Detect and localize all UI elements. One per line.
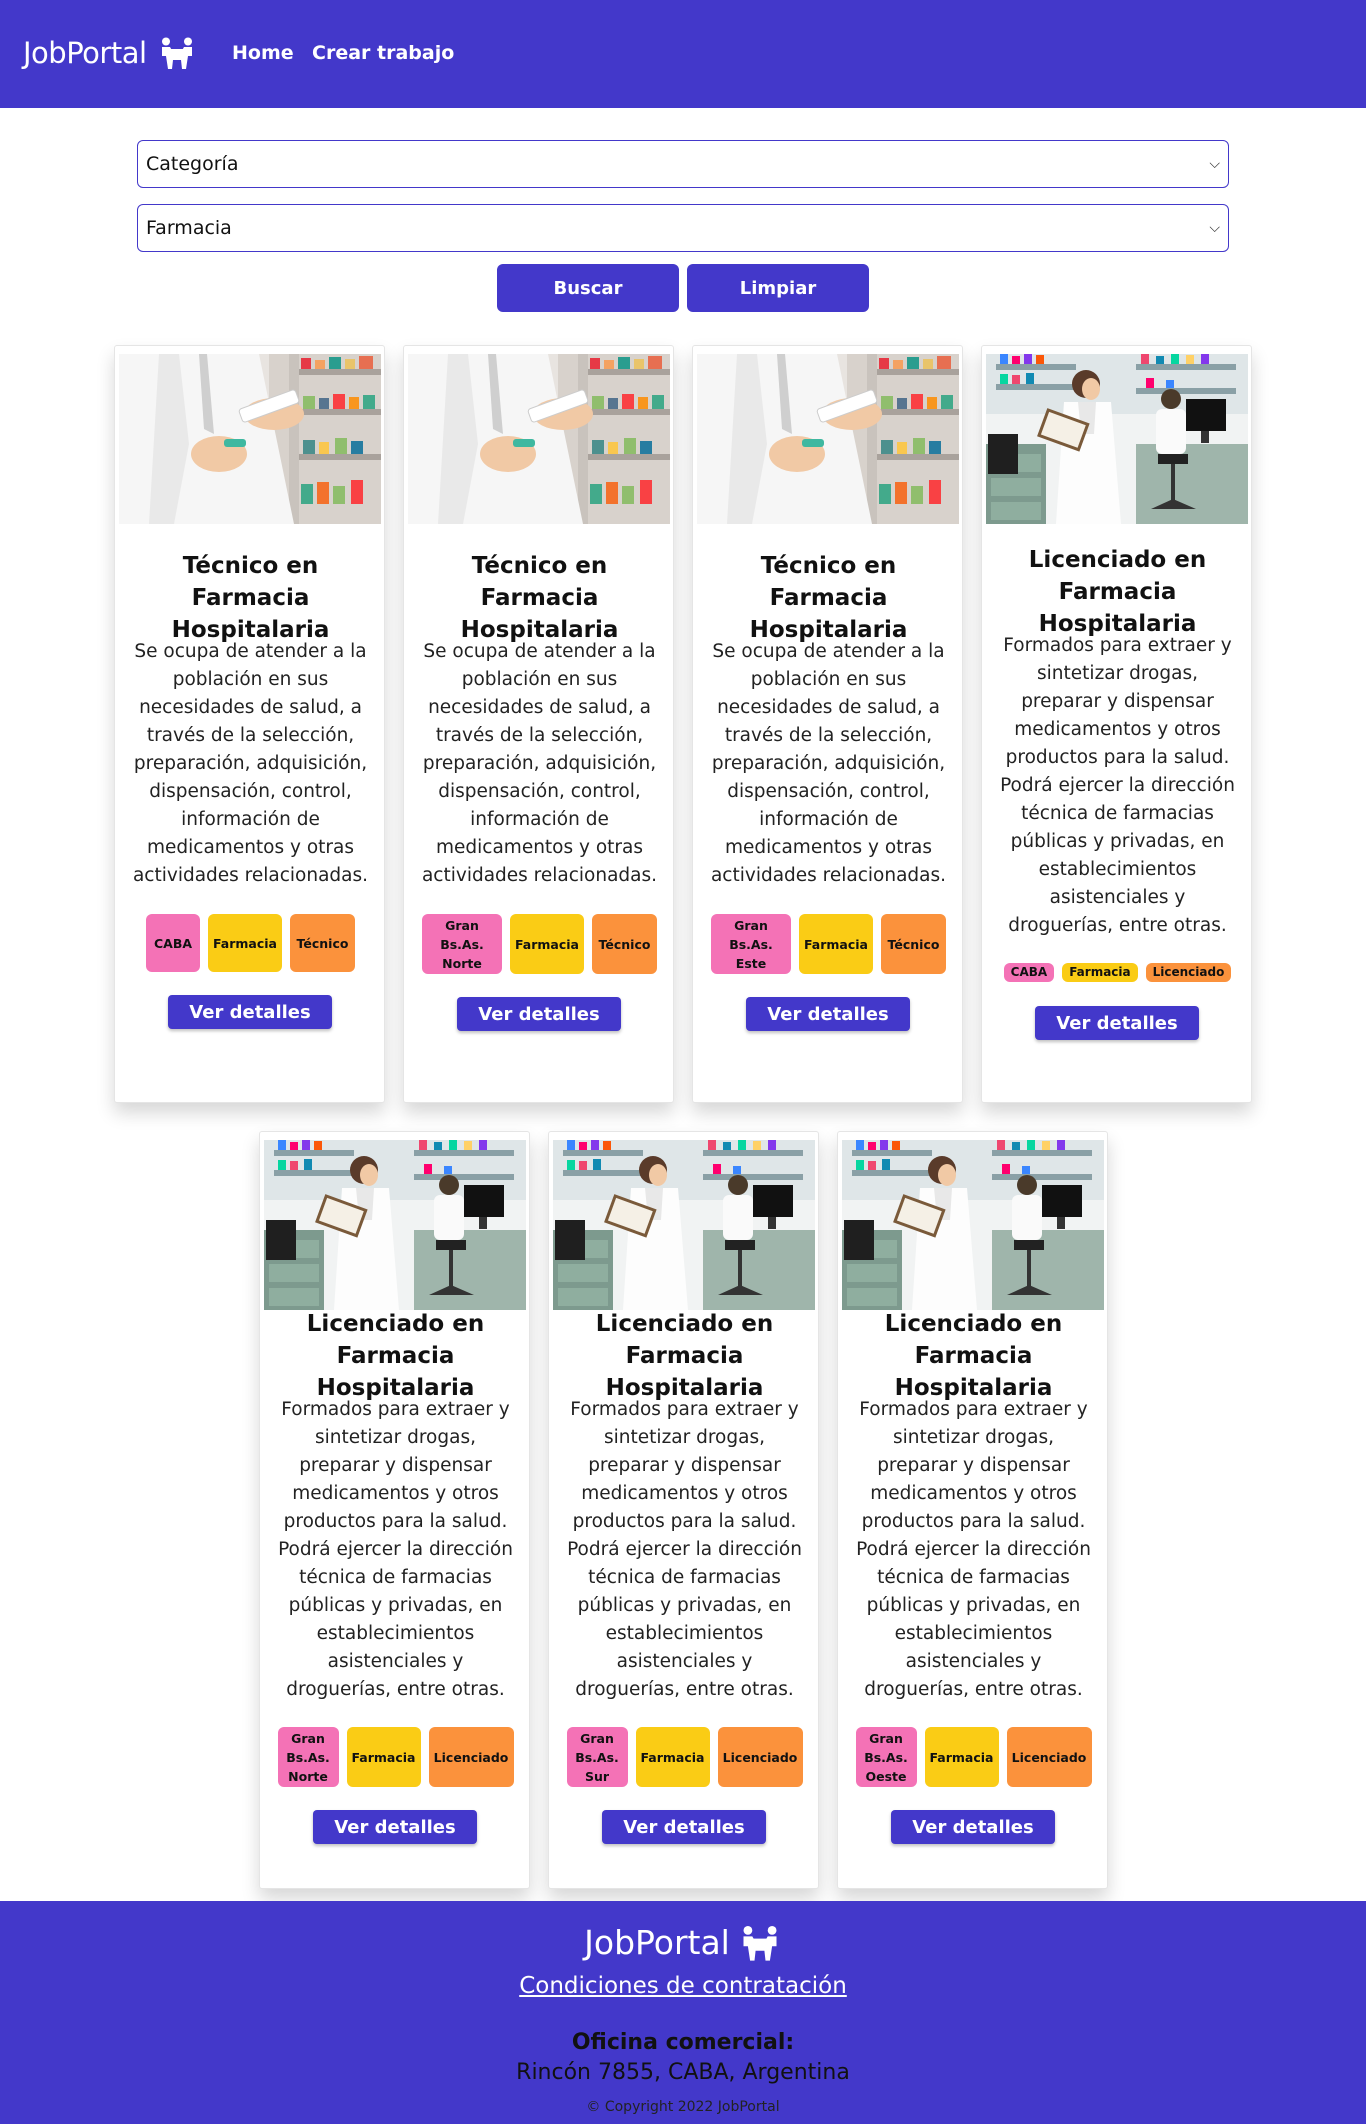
job-card-image bbox=[119, 354, 381, 524]
clear-button[interactable]: Limpiar bbox=[687, 264, 869, 312]
job-card-tags: CABA Farmacia Licenciado bbox=[982, 963, 1253, 982]
job-card-title: Licenciado en Farmacia Hospitalaria bbox=[595, 1311, 774, 1401]
footer: JobPortal Condiciones de contratación Of… bbox=[0, 1901, 1366, 2124]
tag-level: Licenciado bbox=[1006, 1727, 1092, 1787]
job-card: Licenciado en Farmacia Hospitalaria Form… bbox=[259, 1131, 530, 1889]
job-card-description: Formados para extraer y sintetizar droga… bbox=[1000, 635, 1235, 936]
tag-level: Técnico bbox=[592, 914, 657, 974]
job-card-tags: CABA Farmacia Técnico bbox=[115, 914, 386, 972]
job-card-description: Se ocupa de atender a la población en su… bbox=[132, 641, 369, 886]
tag-category: Farmacia bbox=[635, 1727, 710, 1787]
tag-level: Licenciado bbox=[717, 1727, 803, 1787]
tag-location: Gran Bs.As. Norte bbox=[422, 914, 502, 974]
view-details-button[interactable]: Ver detalles bbox=[1035, 1006, 1199, 1040]
job-card-title: Licenciado en Farmacia Hospitalaria bbox=[1028, 547, 1207, 637]
job-card-tags: Gran Bs.As. Sur Farmacia Licenciado bbox=[549, 1727, 820, 1787]
tag-location: Gran Bs.As. Norte bbox=[277, 1727, 339, 1787]
footer-brand: JobPortal bbox=[0, 1923, 1366, 1962]
job-card: Técnico en Farmacia Hospitalaria Se ocup… bbox=[403, 345, 674, 1103]
job-card-title: Técnico en Farmacia Hospitalaria bbox=[460, 553, 619, 643]
tag-location: Gran Bs.As. Oeste bbox=[855, 1727, 917, 1787]
view-details-button[interactable]: Ver detalles bbox=[168, 995, 332, 1029]
category-select-value: Categoría bbox=[146, 153, 239, 175]
chevron-down-icon: ⌵ bbox=[1209, 156, 1220, 172]
job-card: Licenciado en Farmacia Hospitalaria Form… bbox=[548, 1131, 819, 1889]
brand-logo[interactable]: JobPortal bbox=[23, 36, 197, 70]
tag-category: Farmacia bbox=[346, 1727, 421, 1787]
job-card-description: Se ocupa de atender a la población en su… bbox=[421, 641, 658, 886]
job-card-tags: Gran Bs.As. Norte Farmacia Técnico bbox=[404, 914, 675, 974]
tag-level: Técnico bbox=[881, 914, 946, 974]
job-card-title: Técnico en Farmacia Hospitalaria bbox=[171, 553, 330, 643]
tag-category: Farmacia bbox=[924, 1727, 999, 1787]
tag-location: Gran Bs.As. Este bbox=[711, 914, 791, 974]
search-button[interactable]: Buscar bbox=[497, 264, 679, 312]
job-card: Técnico en Farmacia Hospitalaria Se ocup… bbox=[692, 345, 963, 1103]
category-select[interactable]: Categoría ⌵ bbox=[137, 140, 1229, 188]
subcategory-select-value: Farmacia bbox=[146, 217, 232, 239]
job-card-description: Formados para extraer y sintetizar droga… bbox=[567, 1399, 802, 1700]
subcategory-select[interactable]: Farmacia ⌵ bbox=[137, 204, 1229, 252]
tag-category: Farmacia bbox=[799, 914, 873, 974]
tag-location: Gran Bs.As. Sur bbox=[566, 1727, 628, 1787]
nav-home-link[interactable]: Home bbox=[232, 42, 294, 64]
people-carry-icon bbox=[161, 37, 192, 69]
nav-create-job-link[interactable]: Crear trabajo bbox=[312, 42, 454, 64]
tag-level: Técnico bbox=[290, 914, 355, 972]
view-details-button[interactable]: Ver detalles bbox=[891, 1810, 1055, 1844]
job-card-image bbox=[264, 1140, 526, 1310]
view-details-button[interactable]: Ver detalles bbox=[313, 1810, 477, 1844]
job-card-tags: Gran Bs.As. Este Farmacia Técnico bbox=[693, 914, 964, 974]
job-card-description: Formados para extraer y sintetizar droga… bbox=[856, 1399, 1091, 1700]
tag-category: Farmacia bbox=[1062, 963, 1138, 982]
job-card-image bbox=[842, 1140, 1104, 1310]
tag-category: Farmacia bbox=[510, 914, 584, 974]
tag-level: Licenciado bbox=[1145, 963, 1232, 982]
job-card-image bbox=[697, 354, 959, 524]
job-card-title: Licenciado en Farmacia Hospitalaria bbox=[884, 1311, 1063, 1401]
chevron-down-icon: ⌵ bbox=[1209, 220, 1220, 236]
job-card-title: Licenciado en Farmacia Hospitalaria bbox=[306, 1311, 485, 1401]
view-details-button[interactable]: Ver detalles bbox=[457, 997, 621, 1031]
footer-brand-name: JobPortal bbox=[584, 1923, 730, 1962]
job-card: Licenciado en Farmacia Hospitalaria Form… bbox=[837, 1131, 1108, 1889]
navbar: JobPortal Home Crear trabajo bbox=[0, 0, 1366, 108]
copyright: © Copyright 2022 JobPortal bbox=[586, 2099, 780, 2115]
view-details-button[interactable]: Ver detalles bbox=[746, 997, 910, 1031]
job-card-description: Formados para extraer y sintetizar droga… bbox=[278, 1399, 513, 1700]
job-card-tags: Gran Bs.As. Oeste Farmacia Licenciado bbox=[838, 1727, 1109, 1787]
job-card-image bbox=[408, 354, 670, 524]
job-card-title: Técnico en Farmacia Hospitalaria bbox=[749, 553, 908, 643]
job-card-image bbox=[553, 1140, 815, 1310]
tag-category: Farmacia bbox=[208, 914, 282, 972]
terms-link[interactable]: Condiciones de contratación bbox=[0, 1973, 1366, 1999]
office-address: Rincón 7855, CABA, Argentina bbox=[516, 2060, 850, 2085]
tag-location: CABA bbox=[146, 914, 200, 972]
job-card-image bbox=[986, 354, 1248, 524]
view-details-button[interactable]: Ver detalles bbox=[602, 1810, 766, 1844]
tag-location: CABA bbox=[1003, 963, 1055, 982]
job-card: Licenciado en Farmacia Hospitalaria Form… bbox=[981, 345, 1252, 1103]
people-carry-icon bbox=[743, 1925, 777, 1961]
office-label: Oficina comercial: bbox=[571, 2030, 795, 2055]
brand-name[interactable]: JobPortal bbox=[23, 36, 147, 70]
job-card-tags: Gran Bs.As. Norte Farmacia Licenciado bbox=[260, 1727, 531, 1787]
job-card: Técnico en Farmacia Hospitalaria Se ocup… bbox=[114, 345, 385, 1103]
job-card-description: Se ocupa de atender a la población en su… bbox=[710, 641, 947, 886]
tag-level: Licenciado bbox=[428, 1727, 514, 1787]
